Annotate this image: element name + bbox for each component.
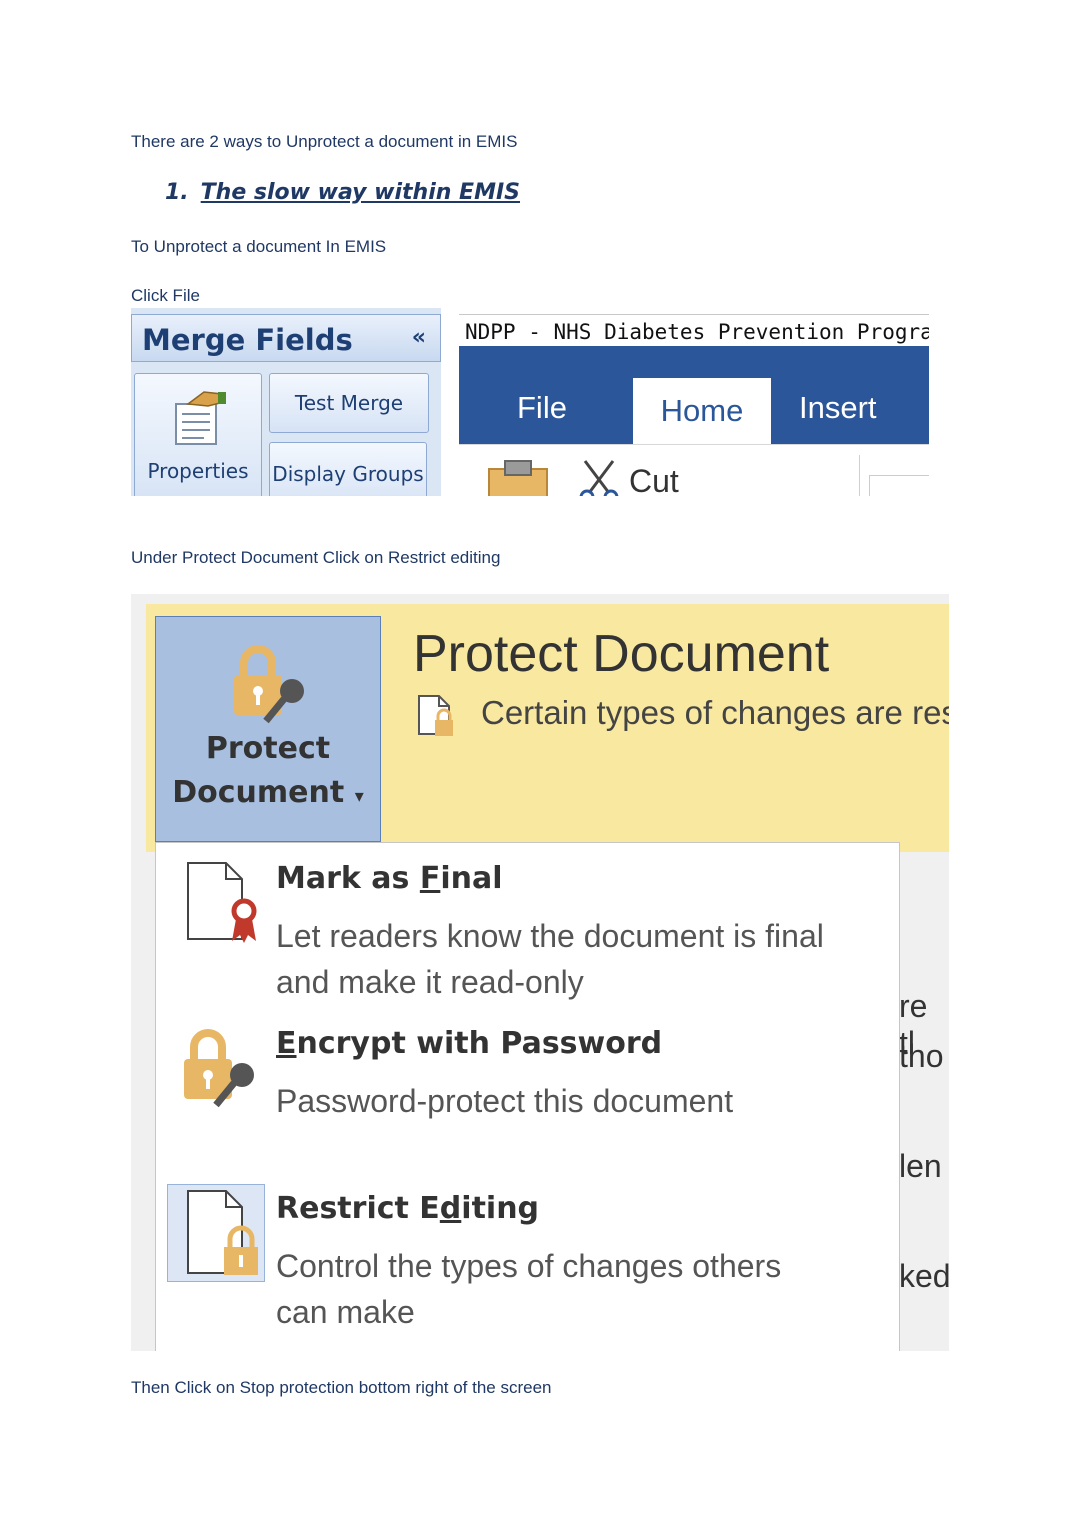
background-fragment: tho xyxy=(899,1038,944,1074)
background-fragment: ked xyxy=(899,1258,949,1294)
protect-document-label: Protect Document ▾ xyxy=(156,727,380,819)
encrypt-with-password-desc: Password-protect this document xyxy=(276,1083,734,1119)
title-part: inal xyxy=(440,861,503,896)
merge-fields-header: Merge Fields « xyxy=(131,314,441,362)
background-fragment: len xyxy=(899,1148,942,1184)
ribbon-document-icon xyxy=(187,862,257,943)
document-lock-icon xyxy=(187,1190,258,1275)
mark-as-final-desc-1: Let readers know the document is final xyxy=(276,918,824,954)
heading-text: The slow way within EMIS xyxy=(200,180,521,205)
scissors-icon[interactable] xyxy=(577,459,621,496)
properties-label: Properties xyxy=(147,459,249,483)
protect-document-subtitle: Certain types of changes are rest xyxy=(481,694,949,731)
merge-fields-title: Merge Fields xyxy=(142,323,353,357)
step-text-1: To Unprotect a document In EMIS xyxy=(131,237,387,256)
section-heading: 1. The slow way within EMIS xyxy=(165,180,520,205)
tab-insert[interactable]: Insert xyxy=(799,390,877,426)
step-text-3: Under Protect Document Click on Restrict… xyxy=(131,548,501,567)
protect-label-line1: Protect xyxy=(205,731,331,766)
intro-text: There are 2 ways to Unprotect a document… xyxy=(131,132,518,151)
title-accelerator: E xyxy=(276,1026,297,1061)
lock-key-icon xyxy=(234,645,304,724)
mark-as-final-title: Mark as Final xyxy=(276,861,503,896)
protect-document-screenshot: Protect Document ▾ Protect Document Cert… xyxy=(131,594,949,1351)
step-text-4: Then Click on Stop protection bottom rig… xyxy=(131,1378,552,1397)
protect-document-button[interactable]: Protect Document ▾ xyxy=(155,616,381,842)
title-part: ncrypt with Password xyxy=(296,1026,663,1061)
emis-screenshot: Merge Fields « Properties Test Merge Dis… xyxy=(131,308,929,496)
protect-label-word: Document xyxy=(172,775,345,810)
cut-label[interactable]: Cut xyxy=(629,463,679,496)
title-part: Mark as xyxy=(276,861,420,896)
lock-key-icon xyxy=(184,1029,254,1108)
heading-number: 1. xyxy=(165,180,189,205)
document-lock-icon xyxy=(418,695,453,736)
protect-label-line2: Document ▾ xyxy=(156,771,380,819)
step-text-2: Click File xyxy=(131,286,200,305)
font-box[interactable] xyxy=(869,475,929,496)
restrict-editing-desc-1: Control the types of changes others xyxy=(276,1248,782,1284)
dropdown-arrow-icon: ▾ xyxy=(354,786,364,807)
merge-fields-panel: Merge Fields « Properties Test Merge Dis… xyxy=(131,308,441,496)
title-accelerator: F xyxy=(419,861,441,896)
word-window: NDPP - NHS Diabetes Prevention Programme… xyxy=(459,308,929,496)
restrict-editing-title: Restrict Editing xyxy=(276,1191,539,1226)
title-accelerator: d xyxy=(439,1191,462,1226)
ribbon-divider xyxy=(859,455,860,496)
restrict-editing-desc-2: can make xyxy=(276,1294,415,1330)
mark-as-final-desc-2: and make it read-only xyxy=(276,964,584,1000)
ribbon-body: Cut xyxy=(459,444,929,496)
title-part: Restrict E xyxy=(276,1191,440,1226)
protect-document-title: Protect Document xyxy=(413,625,830,683)
window-title: NDPP - NHS Diabetes Prevention Programme… xyxy=(459,314,929,347)
paste-icon[interactable] xyxy=(483,459,553,496)
properties-button[interactable]: Properties xyxy=(134,373,262,496)
tab-file[interactable]: File xyxy=(517,390,567,426)
properties-icon xyxy=(175,391,226,445)
protect-document-menu: Mark as Final Let readers know the docum… xyxy=(155,842,900,1351)
tab-home[interactable]: Home xyxy=(633,378,771,444)
test-merge-button[interactable]: Test Merge xyxy=(269,373,429,433)
collapse-icon[interactable]: « xyxy=(412,325,426,350)
encrypt-with-password-title: Encrypt with Password xyxy=(276,1026,662,1061)
display-groups-button[interactable]: Display Groups xyxy=(269,442,427,496)
title-part: iting xyxy=(461,1191,540,1226)
